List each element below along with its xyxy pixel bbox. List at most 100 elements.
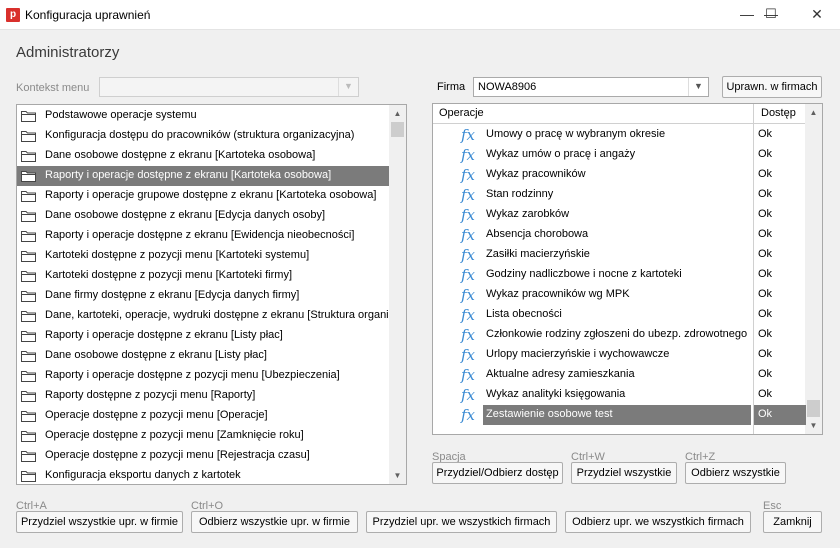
folder-icon [21,350,36,362]
column-header-operation[interactable]: Operacje [439,107,484,119]
table-row[interactable]: fx Wykaz analityki księgowania Ok [433,385,806,405]
tree-item[interactable]: Podstawowe operacje systemu [17,106,390,126]
scroll-thumb[interactable] [391,122,404,137]
table-row[interactable]: fx Aktualne adresy zamieszkania Ok [433,365,806,385]
function-icon: fx [461,286,476,304]
tree-item-label: Raporty i operacje dostępne z ekranu [Ka… [45,169,332,181]
window-title: Konfiguracja uprawnień [25,8,151,22]
close-icon[interactable]: ✕ [794,0,840,30]
tree-item[interactable]: Raporty i operacje dostępne z ekranu [Li… [17,326,390,346]
grid-scrollbar[interactable]: ▲ ▼ [805,104,822,434]
folder-icon [21,130,36,142]
tree-item[interactable]: Kartoteki dostępne z pozycji menu [Karto… [17,246,390,266]
operation-name: Wykaz analityki księgowania [486,388,626,400]
folder-icon [21,190,36,202]
access-value: Ok [758,248,773,260]
maximize-glyph[interactable]: ☐ [748,0,794,30]
tree-item[interactable]: Operacje dostępne z pozycji menu [Zamkni… [17,426,390,446]
function-icon: fx [461,146,476,164]
tree-item[interactable]: Dane osobowe dostępne z ekranu [Edycja d… [17,206,390,226]
operation-name: Aktualne adresy zamieszkania [486,368,635,380]
tree-item[interactable]: Raporty i operacje dostępne z ekranu [Ka… [17,166,390,186]
tree-scrollbar[interactable]: ▲ ▼ [389,105,406,484]
operation-name: Wykaz umów o pracę i angaży [486,148,636,160]
folder-icon [21,170,36,182]
grant-all-button[interactable]: Przydziel wszystkie [571,462,677,484]
folder-icon [21,330,36,342]
folder-icon [21,370,36,382]
table-row[interactable]: fx Absencja chorobowa Ok [433,225,806,245]
access-value: Ok [758,348,773,360]
table-row[interactable]: fx Wykaz pracowników wg MPK Ok [433,285,806,305]
tree-item[interactable]: Operacje dostępne z pozycji menu [Operac… [17,406,390,426]
tree-item-label: Raporty i operacje dostępne z ekranu [Ew… [45,229,355,241]
table-row[interactable]: fx Zasiłki macierzyńskie Ok [433,245,806,265]
tree-item[interactable]: Raporty i operacje dostępne z ekranu [Ew… [17,226,390,246]
access-value: Ok [758,188,773,200]
firm-label: Firma [437,81,466,93]
scroll-up-icon[interactable]: ▲ [389,105,406,122]
tree-item[interactable]: Konfiguracja eksportu danych z kartotek [17,466,390,484]
scroll-down-icon[interactable]: ▼ [389,467,406,484]
scroll-down-icon[interactable]: ▼ [805,417,822,434]
grant-all-firms-button[interactable]: Przydziel upr. we wszystkich firmach [366,511,557,533]
function-icon: fx [461,306,476,324]
function-icon: fx [461,346,476,364]
tree-item[interactable]: Konfiguracja dostępu do pracowników (str… [17,126,390,146]
table-row[interactable]: fx Lista obecności Ok [433,305,806,325]
tree-item[interactable]: Dane osobowe dostępne z ekranu [Listy pł… [17,346,390,366]
table-row[interactable]: fx Urlopy macierzyńskie i wychowawcze Ok [433,345,806,365]
table-row[interactable]: fx Członkowie rodziny zgłoszeni do ubezp.… [433,325,806,345]
page-title: Administratorzy [16,44,120,61]
revoke-all-button[interactable]: Odbierz wszystkie [685,462,786,484]
operations-grid[interactable]: Operacje Dostęp ▲ ▼ fx Umowy o pracę w wy… [432,103,823,435]
access-value: Ok [754,405,806,425]
tree-item[interactable]: Raporty i operacje dostępne z pozycji me… [17,366,390,386]
tree-item[interactable]: Operacje dostępne z pozycji menu [Rejest… [17,446,390,466]
table-row[interactable]: fx Zestawienie osobowe test Ok [433,405,806,425]
tree-item[interactable]: Dane, kartoteki, operacje, wydruki dostę… [17,306,390,326]
operation-name: Lista obecności [486,308,562,320]
firm-select[interactable]: NOWA8906 ▼ [473,77,709,97]
table-row[interactable]: fx Umowy o pracę w wybranym okresie Ok [433,125,806,145]
column-header-access[interactable]: Dostęp [761,107,796,119]
toggle-access-button[interactable]: Przydziel/Odbierz dostęp [432,462,563,484]
scroll-thumb[interactable] [807,400,820,417]
table-row[interactable]: fx Wykaz pracowników Ok [433,165,806,185]
tree-item[interactable]: Kartoteki dostępne z pozycji menu [Karto… [17,266,390,286]
firm-permissions-button[interactable]: Uprawn. w firmach [722,76,822,98]
tree-item-label: Dane firmy dostępne z ekranu [Edycja dan… [45,289,300,301]
table-row[interactable]: fx Wykaz zarobków Ok [433,205,806,225]
function-icon: fx [461,166,476,184]
function-icon: fx [461,206,476,224]
operation-name: Zasiłki macierzyńskie [486,248,590,260]
function-icon: fx [461,126,476,144]
function-icon: fx [461,266,476,284]
scroll-up-icon[interactable]: ▲ [805,104,822,121]
tree-item-label: Dane, kartoteki, operacje, wydruki dostę… [45,309,390,321]
table-row[interactable]: fx Stan rodzinny Ok [433,185,806,205]
permission-tree[interactable]: Konfiguracja eksportu danych z kartotek O… [16,104,407,485]
tree-item[interactable]: Raporty i operacje grupowe dostępne z ek… [17,186,390,206]
access-value: Ok [758,268,773,280]
folder-icon [21,390,36,402]
tree-item[interactable]: Dane firmy dostępne z ekranu [Edycja dan… [17,286,390,306]
app-logo-icon: p [6,8,20,22]
tree-item-label: Konfiguracja eksportu danych z kartotek [45,469,241,481]
tree-item[interactable]: Dane osobowe dostępne z ekranu [Kartotek… [17,146,390,166]
folder-icon [21,230,36,242]
tree-item-label: Operacje dostępne z pozycji menu [Operac… [45,409,268,421]
chevron-down-icon[interactable]: ▼ [688,78,708,96]
chevron-down-icon: ▼ [338,78,358,96]
tree-item-label: Konfiguracja dostępu do pracowników (str… [45,129,355,141]
table-row[interactable]: fx Wykaz umów o pracę i angaży Ok [433,145,806,165]
close-button[interactable]: Zamknij [763,511,822,533]
revoke-all-firms-button[interactable]: Odbierz upr. we wszystkich firmach [565,511,751,533]
tree-item[interactable]: Raporty dostępne z pozycji menu [Raporty… [17,386,390,406]
table-row[interactable]: fx Godziny nadliczbowe i nocne z kartotek… [433,265,806,285]
grant-all-in-firm-button[interactable]: Przydziel wszystkie upr. w firmie [16,511,183,533]
revoke-all-in-firm-button[interactable]: Odbierz wszystkie upr. w firmie [191,511,358,533]
tree-item-label: Dane osobowe dostępne z ekranu [Kartotek… [45,149,316,161]
operation-name: Umowy o pracę w wybranym okresie [486,128,666,140]
tree-item-label: Podstawowe operacje systemu [45,109,197,121]
